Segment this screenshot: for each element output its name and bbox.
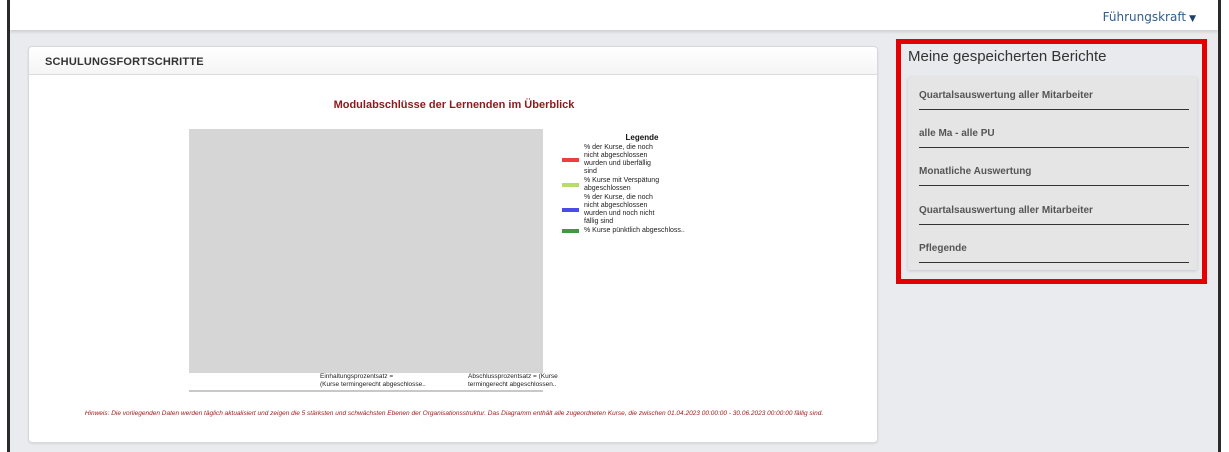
legend-swatch	[562, 229, 579, 233]
legend-label: % Kurse mit Verspätung abgeschlossen	[584, 177, 660, 192]
legend-label: % Kurse pünktlich abgeschloss..	[584, 227, 685, 234]
card-title: SCHULUNGSFORTSCHRITTE	[29, 47, 877, 75]
legend-item: % Kurse mit Verspätung abgeschlossen	[562, 177, 722, 193]
legend-swatch	[562, 158, 579, 162]
chart-plot-area	[189, 129, 543, 373]
legend-label: % der Kurse, die noch nicht abgeschlosse…	[584, 144, 653, 175]
top-bar: Führungskraft ▼	[10, 0, 1218, 30]
legend-item: % der Kurse, die noch nicht abgeschlosse…	[562, 194, 722, 226]
x-tick-label: Einhaltungsprozentsatz = (Kurse terminge…	[320, 373, 426, 388]
legend-item: % Kurse pünktlich abgeschloss..	[562, 227, 722, 235]
legend-swatch	[562, 208, 579, 212]
saved-report-item[interactable]: Quartalsauswertung aller Mitarbeiter	[919, 83, 1189, 110]
saved-reports-title: Meine gespeicherten Berichte	[908, 48, 1107, 65]
chart-baseline	[189, 390, 543, 392]
role-label: Führungskraft	[1102, 10, 1187, 24]
role-dropdown[interactable]: Führungskraft ▼	[1103, 10, 1196, 24]
legend-item: % der Kurse, die noch nicht abgeschlosse…	[562, 144, 722, 176]
legend-title: Legende	[625, 133, 659, 142]
legend-label: % der Kurse, die noch nicht abgeschlosse…	[584, 194, 655, 225]
saved-reports-widget: Meine gespeicherten Berichte Quartalsaus…	[898, 40, 1205, 284]
caret-down-icon: ▼	[1189, 14, 1196, 24]
legend-swatch	[562, 183, 579, 187]
x-tick-label: Abschlussprozentsatz = (Kurse termingere…	[468, 373, 558, 388]
chart-legend: Legende % der Kurse, die noch nicht abge…	[562, 133, 722, 236]
saved-report-item[interactable]: Monatliche Auswertung	[919, 159, 1189, 186]
training-progress-card: SCHULUNGSFORTSCHRITTE Modulabschlüsse de…	[28, 46, 878, 443]
saved-report-item[interactable]: alle Ma - alle PU	[919, 121, 1189, 148]
saved-report-item[interactable]: Quartalsauswertung aller Mitarbeiter	[919, 198, 1189, 225]
chart-title: Modulabschlüsse der Lernenden im Überbli…	[333, 99, 575, 111]
saved-report-item[interactable]: Pflegende	[919, 236, 1189, 263]
data-hint-text: Hinweis: Die vorliegenden Daten werden t…	[84, 410, 824, 417]
saved-reports-list: Quartalsauswertung aller Mitarbeiter all…	[908, 77, 1197, 270]
